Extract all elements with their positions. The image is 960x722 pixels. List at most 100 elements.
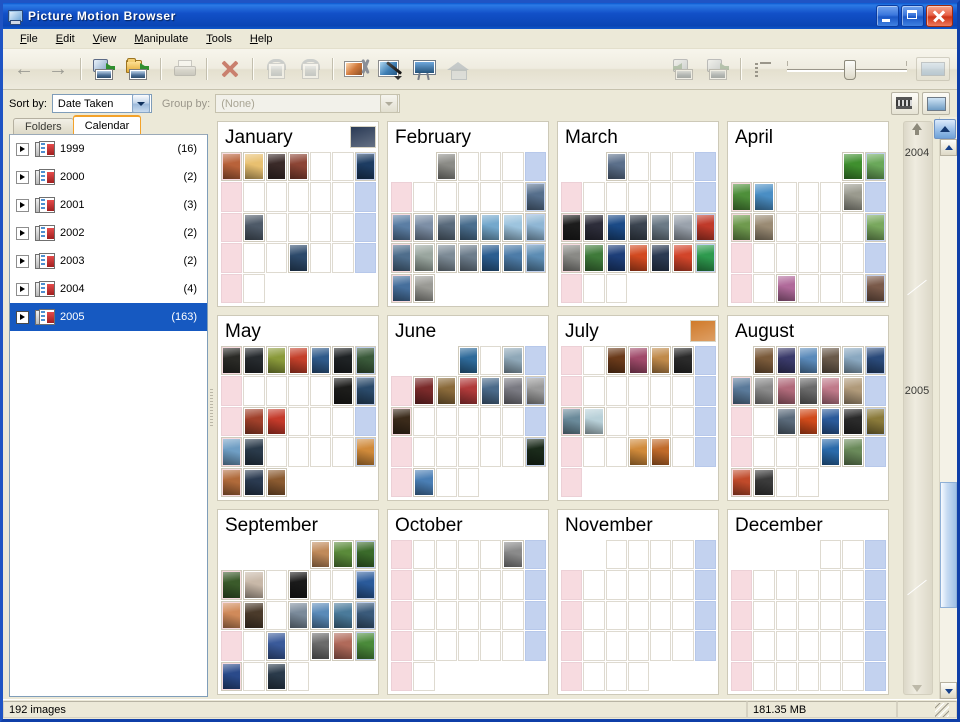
- month-header-thumbnail[interactable]: [690, 320, 716, 342]
- day-cell[interactable]: [583, 631, 605, 661]
- day-thumbnail[interactable]: [393, 275, 411, 301]
- menu-manipulate[interactable]: Manipulate: [125, 31, 197, 47]
- day-cell[interactable]: [480, 346, 502, 376]
- day-cell[interactable]: [583, 346, 605, 376]
- group-by-dropdown[interactable]: (None): [215, 94, 401, 113]
- day-cell[interactable]: [605, 437, 627, 467]
- day-cell[interactable]: [435, 243, 457, 273]
- day-cell[interactable]: [287, 212, 310, 243]
- day-thumbnail[interactable]: [459, 378, 478, 404]
- maximize-button[interactable]: [901, 5, 924, 27]
- day-cell[interactable]: [650, 152, 672, 182]
- day-cell[interactable]: [265, 437, 287, 467]
- day-thumbnail[interactable]: [459, 214, 478, 241]
- day-cell[interactable]: [731, 243, 753, 273]
- day-thumbnail[interactable]: [629, 439, 648, 465]
- day-thumbnail[interactable]: [223, 469, 241, 495]
- day-cell[interactable]: [605, 661, 627, 691]
- day-cell[interactable]: [391, 467, 413, 497]
- day-cell[interactable]: [480, 182, 502, 212]
- day-cell[interactable]: [287, 346, 310, 376]
- day-cell[interactable]: [583, 273, 605, 303]
- day-cell[interactable]: [354, 600, 376, 631]
- day-cell[interactable]: [650, 243, 672, 273]
- day-cell[interactable]: [650, 570, 672, 600]
- day-cell[interactable]: [480, 243, 502, 273]
- day-cell[interactable]: [310, 376, 332, 406]
- day-cell[interactable]: [672, 437, 694, 467]
- day-cell[interactable]: [310, 600, 332, 631]
- day-thumbnail[interactable]: [437, 245, 455, 271]
- day-cell[interactable]: [524, 406, 546, 437]
- day-cell[interactable]: [820, 182, 842, 212]
- day-thumbnail[interactable]: [755, 469, 773, 495]
- day-thumbnail[interactable]: [526, 245, 544, 271]
- month-header-thumbnail[interactable]: [350, 126, 376, 148]
- day-cell[interactable]: [797, 182, 820, 212]
- day-cell[interactable]: [864, 406, 886, 437]
- tree-row-2004[interactable]: 2004 (4): [10, 275, 207, 303]
- month-september[interactable]: September: [217, 509, 379, 695]
- day-cell[interactable]: [265, 243, 287, 273]
- day-thumbnail[interactable]: [459, 348, 478, 374]
- day-cell[interactable]: [820, 661, 842, 691]
- day-cell[interactable]: [391, 212, 413, 243]
- tab-folders[interactable]: Folders: [13, 118, 74, 134]
- day-cell[interactable]: [480, 152, 502, 182]
- day-cell[interactable]: [413, 631, 435, 661]
- day-cell[interactable]: [413, 661, 435, 691]
- day-cell[interactable]: [480, 437, 502, 467]
- day-cell[interactable]: [753, 346, 775, 376]
- day-cell[interactable]: [457, 570, 480, 600]
- day-cell[interactable]: [435, 570, 457, 600]
- day-cell[interactable]: [753, 376, 775, 406]
- day-cell[interactable]: [287, 600, 310, 631]
- day-cell[interactable]: [457, 182, 480, 212]
- day-thumbnail[interactable]: [482, 378, 500, 404]
- expand-arrow-icon[interactable]: [16, 226, 29, 240]
- day-cell[interactable]: [561, 631, 583, 661]
- filmstrip-view-button[interactable]: [891, 92, 919, 115]
- day-cell[interactable]: [775, 376, 797, 406]
- day-thumbnail[interactable]: [334, 602, 352, 629]
- day-thumbnail[interactable]: [415, 214, 433, 241]
- day-cell[interactable]: [265, 152, 287, 182]
- day-cell[interactable]: [502, 182, 524, 212]
- day-cell[interactable]: [457, 631, 480, 661]
- day-cell[interactable]: [243, 661, 265, 691]
- day-cell[interactable]: [243, 406, 265, 437]
- day-cell[interactable]: [583, 406, 605, 437]
- day-cell[interactable]: [354, 406, 376, 437]
- day-cell[interactable]: [820, 631, 842, 661]
- month-may[interactable]: May: [217, 315, 379, 501]
- day-cell[interactable]: [797, 212, 820, 243]
- day-thumbnail[interactable]: [799, 378, 818, 404]
- day-thumbnail[interactable]: [777, 275, 795, 301]
- day-cell[interactable]: [561, 243, 583, 273]
- day-cell[interactable]: [694, 406, 716, 437]
- day-thumbnail[interactable]: [267, 663, 285, 689]
- export-button[interactable]: [701, 53, 735, 85]
- day-cell[interactable]: [797, 273, 820, 303]
- day-cell[interactable]: [605, 570, 627, 600]
- day-cell[interactable]: [502, 346, 524, 376]
- day-cell[interactable]: [583, 376, 605, 406]
- day-cell[interactable]: [605, 346, 627, 376]
- day-cell[interactable]: [561, 437, 583, 467]
- day-cell[interactable]: [221, 406, 243, 437]
- day-cell[interactable]: [672, 406, 694, 437]
- day-cell[interactable]: [221, 182, 243, 212]
- day-thumbnail[interactable]: [356, 348, 374, 374]
- day-cell[interactable]: [731, 182, 753, 212]
- day-cell[interactable]: [457, 376, 480, 406]
- day-cell[interactable]: [332, 182, 354, 212]
- day-cell[interactable]: [627, 631, 650, 661]
- day-cell[interactable]: [221, 212, 243, 243]
- day-thumbnail[interactable]: [733, 469, 751, 495]
- day-cell[interactable]: [435, 631, 457, 661]
- day-cell[interactable]: [457, 346, 480, 376]
- day-cell[interactable]: [354, 152, 376, 182]
- day-cell[interactable]: [391, 540, 413, 570]
- day-thumbnail[interactable]: [822, 439, 840, 465]
- day-cell[interactable]: [820, 540, 842, 570]
